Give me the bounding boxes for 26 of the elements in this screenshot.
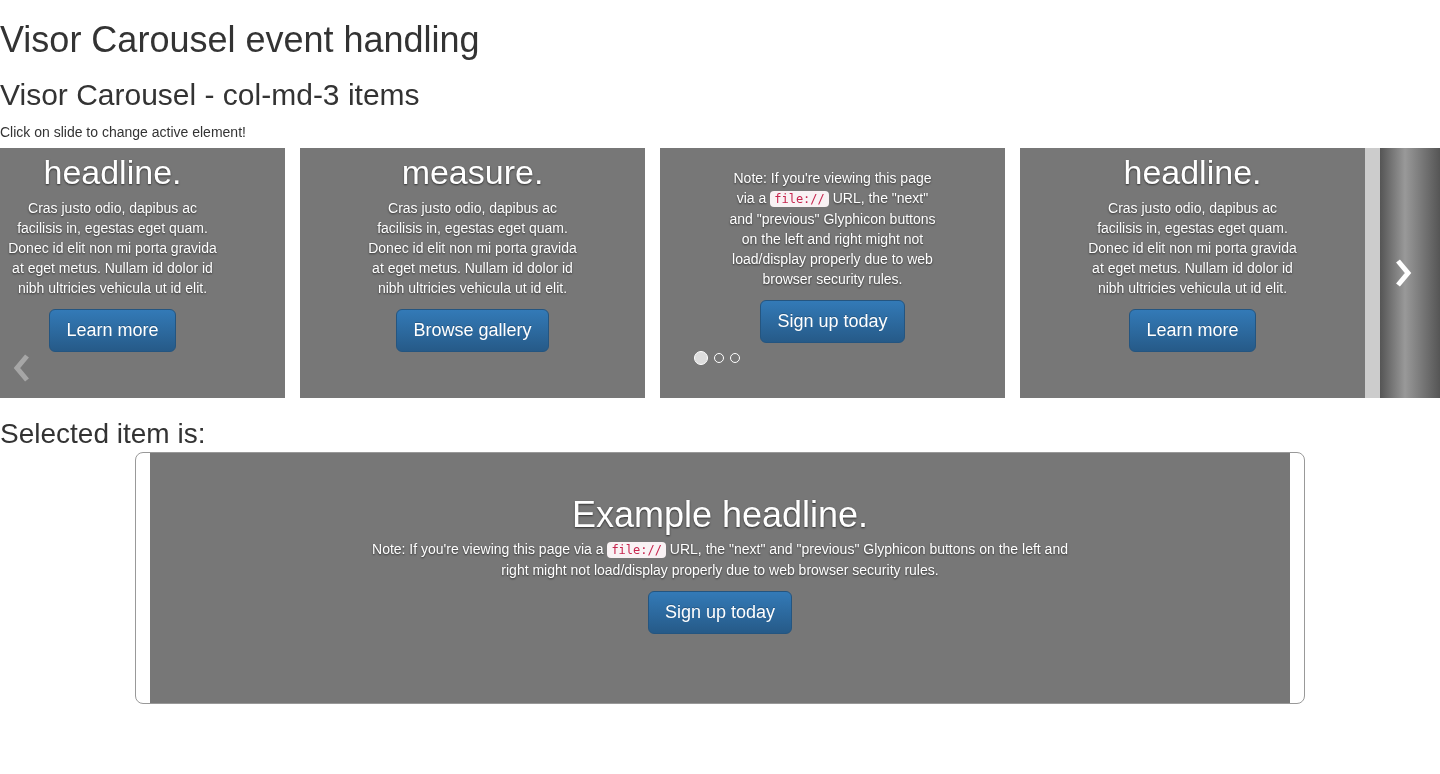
carousel-slide[interactable]: measure. Cras justo odio, dapibus ac facilisis in, egestas eget quam. Donec id elit non mi porta gravida at eget metus. Nullam id dolor id nibh ultricies vehicula ut id elit. Browse gallery [300,148,645,398]
note-text: Note: If you're viewing this page via a file:// URL, the "next" and "previous" Glyphicon buttons on the left and right might not load/display properly due to web browser security rules. [371,540,1069,580]
selected-label: Selected item is: [0,418,207,450]
slide-button[interactable]: Sign up today [647,591,793,634]
carousel-slide[interactable]: headline. Cras justo odio, dapibus ac facilisis in, egestas eget quam. Donec id elit non mi porta gravida at eget metus. Nullam id dolor id nibh ultricies vehicula ut id elit. Learn more [1020,148,1365,398]
slide-headline: Example headline. [571,495,869,535]
slide-headline: headline. [43,152,182,192]
next-control[interactable] [1365,148,1440,398]
slide-headline: measure. [401,152,544,192]
hint-text: Click on slide to change active element! [0,123,247,142]
slide-text: Cras justo odio, dapibus ac facilisis in, egestas eget quam. Donec id elit non mi porta gravida at eget metus. Nullam id dolor id nibh ultricies vehicula ut id elit. [367,199,578,298]
carousel-indicator[interactable] [694,351,708,365]
note-text: Note: If you're viewing this page via a file:// URL, the "next" and "previous" Glyphicon buttons on the left and right might not load/display properly due to web browser security rules. [728,169,937,289]
slide-button[interactable]: Browse gallery [396,309,549,352]
section-title: Visor Carousel - col-md-3 items [0,78,421,112]
code-snippet: file:// [770,191,829,207]
code-snippet: file:// [607,542,666,558]
slide-text: Cras justo odio, dapibus ac facilisis in, egestas eget quam. Donec id elit non mi porta gravida at eget metus. Nullam id dolor id nibh ultricies vehicula ut id elit. [7,199,218,298]
carousel-slide[interactable]: Note: If you're viewing this page via a file:// URL, the "next" and "previous" Glyphicon buttons on the left and right might not load/display properly due to web browser security rules. Sign up today [660,148,1005,398]
slide-button[interactable]: Learn more [1129,309,1256,352]
slide-button[interactable]: Learn more [49,309,176,352]
page-title: Visor Carousel event handling [0,20,481,60]
carousel-slide[interactable]: headline. Cras justo odio, dapibus ac facilisis in, egestas eget quam. Donec id elit non mi porta gravida at eget metus. Nullam id dolor id nibh ultricies vehicula ut id elit. Learn more [0,148,285,398]
slide-button[interactable]: Sign up today [760,300,905,343]
slide-headline: headline. [1123,152,1262,192]
slide-text: Cras justo odio, dapibus ac facilisis in, egestas eget quam. Donec id elit non mi porta gravida at eget metus. Nullam id dolor id nibh ultricies vehicula ut id elit. [1087,199,1298,298]
